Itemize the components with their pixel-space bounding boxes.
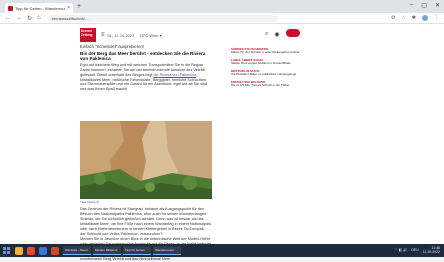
maximize-button[interactable]: ▢ [421,2,427,9]
taskbar-app[interactable]: Wanderrouten [153,246,181,255]
window-controls: – ▢ ✕ [410,2,440,9]
tab-close-icon[interactable]: × [67,5,70,11]
article-photo [80,121,212,199]
web-page: Kronen Zeitung ≡ Di., 11.10.2022 15°C Wi… [0,24,444,261]
profile-avatar[interactable] [422,15,428,21]
news-sidebar: SÖMMER STAUSCHEINUNG Marko (5): der Schn… [231,47,301,92]
article-paragraph: Egal auf welchem Weg und mit welchen Tra… [80,62,208,92]
header-icons: ⌕ ◉ [265,31,280,38]
account-icon[interactable]: ◉ [274,31,279,38]
login-button[interactable] [286,29,300,37]
hamburger-menu-icon[interactable]: ≡ [101,32,105,38]
sidebar-news-item[interactable]: BRITTUNG IM STAUS US-Präsident Biden im … [231,69,301,77]
tray-icons[interactable]: ⌃ ◧ 🔊 [395,248,408,252]
sidebar-title: Bis zu 2/3 Mio. Tonnes Schnell in der Tü… [231,83,290,88]
sidebar-news-item[interactable]: ERSTELLUNG WALDUNG Bis zu 2/3 Mio. Tonne… [231,80,301,88]
back-icon[interactable]: ← [5,15,11,21]
browser-tab[interactable]: Tipp für Gehen - Wanderrouten … × [5,3,73,13]
clock-date: 11.10.2022 [422,250,440,254]
home-icon[interactable]: ⌂ [37,15,41,21]
close-window-button[interactable]: ✕ [435,2,440,9]
article-body: Einfach "Schwindel" ausprobieren! Bis de… [80,44,212,92]
minimize-button[interactable]: – [410,2,413,9]
extension-icon[interactable]: ⚙ [391,15,395,21]
article-paragraph: Das Zentrum der Riviera ist Starigrad, b… [80,207,212,236]
url-text: bernewszeitschrift/… [51,15,89,21]
article-headline: Bis der Berg das Meer berührt - entdecke… [80,51,206,62]
mail-icon[interactable] [39,246,47,255]
sidebar-title: US-Präsident Biden im politischen Landes… [231,72,297,77]
sidebar-news-item[interactable]: LAWOL AMBRIT SCHAU Skölen Brod wegen Abw… [231,58,301,66]
address-bar: ← → ↻ ⌂ bernewszeitschrift/… [0,13,444,24]
url-input[interactable]: bernewszeitschrift/… [47,14,278,22]
browser-tab-bar: Tipp für Gehen - Wanderrouten … × + – ▢ … [0,0,444,13]
photo-caption: Vera Markovic [80,200,100,204]
tab-title: Tipp für Gehen - Wanderrouten … [15,5,65,11]
puzzle-icon[interactable]: ✱ [412,15,416,21]
clock[interactable]: 11:48 11.10.2022 [423,246,440,254]
sidebar-title: Skölen Brod wegen Abwärm in Gruuts Blind… [231,61,291,66]
office-icon[interactable] [51,246,59,255]
search-icon[interactable]: ⌕ [265,31,268,38]
language-indicator[interactable]: DEU [411,248,418,252]
new-tab-button[interactable]: + [77,3,81,10]
sidebar-news-item[interactable]: SÖMMER STAUSCHEINUNG Marko (5): der Schn… [231,47,301,55]
windows-taskbar: Windows - Nierer Modern Bildwerk Tipp fü… [0,244,444,257]
bookmark-star-icon[interactable]: ☆ [401,15,405,21]
system-tray: ⌃ ◧ 🔊 DEU 11:48 11.10.2022 [395,246,440,254]
sidebar-title: Marko (5): der Schnee in einer Kletterga… [231,50,300,55]
taskbar-app[interactable]: Modern Bildwerk [93,246,121,255]
canyon-illustration [80,121,212,199]
browser-menu-icon[interactable]: ⋮ [434,15,439,21]
site-logo[interactable]: Kronen Zeitung [80,28,96,42]
extensions-area: ⚙ ☆ ✱ ⋮ [391,15,439,21]
taskbar-app[interactable]: Windows - Nierer [63,246,91,255]
reload-icon[interactable]: ↻ [27,15,32,22]
taskbar-app[interactable]: Tipp für Gehen [123,246,151,255]
header-date: Di., 11.10.2022 [107,32,135,38]
file-explorer-icon[interactable] [15,246,23,255]
forward-icon[interactable]: → [16,15,22,21]
site-favicon-icon [8,5,13,11]
riviera-link[interactable]: die Riviera von Paklenica [153,73,196,77]
start-button-icon[interactable] [3,247,10,254]
weather-widget[interactable]: 15°C Wien ▾ [139,33,161,38]
chrome-icon[interactable] [27,246,35,255]
article-kicker: Einfach "Schwindel" ausprobieren! [80,44,144,49]
